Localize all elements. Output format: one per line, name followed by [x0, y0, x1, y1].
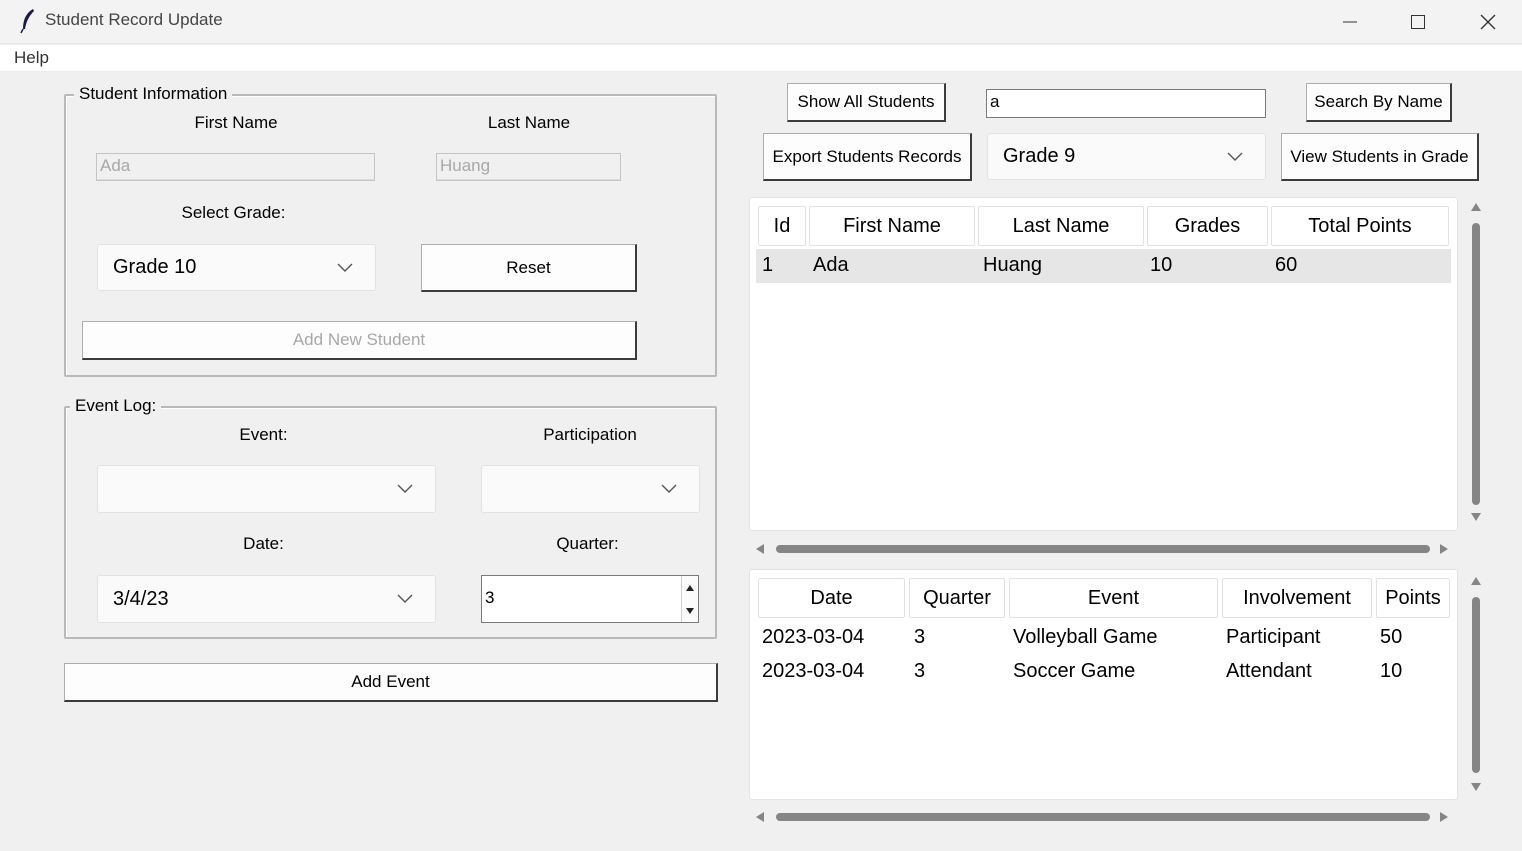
quarter-spinbox-value: 3	[485, 588, 495, 607]
search-by-name-button[interactable]: Search By Name	[1306, 83, 1452, 122]
event-log-title: Event Log:	[70, 396, 162, 416]
spin-up-button[interactable]	[682, 576, 698, 599]
scroll-down-arrow-icon[interactable]	[1471, 783, 1481, 791]
close-icon	[1480, 14, 1496, 30]
events-horizontal-scrollbar[interactable]	[750, 809, 1456, 825]
last-name-field[interactable]: Huang	[436, 153, 621, 181]
scrollbar-thumb[interactable]	[1472, 223, 1480, 505]
event-label: Event:	[239, 425, 288, 444]
chevron-down-icon	[397, 484, 413, 493]
window-title: Student Record Update	[45, 10, 223, 29]
column-header-total-points[interactable]: Total Points	[1271, 206, 1449, 246]
student-information-title: Student Information	[74, 84, 233, 104]
participation-select[interactable]	[481, 465, 700, 513]
participation-label: Participation	[543, 425, 637, 444]
cell-event: Soccer Game	[1013, 660, 1136, 682]
first-name-label: First Name	[194, 113, 278, 132]
students-horizontal-scrollbar[interactable]	[750, 541, 1456, 557]
column-header-grades[interactable]: Grades	[1147, 206, 1268, 246]
grade-filter-select[interactable]: Grade 9	[987, 133, 1266, 180]
triangle-up-icon	[686, 584, 694, 591]
cell-grades: 10	[1150, 254, 1173, 276]
scroll-right-arrow-icon[interactable]	[1440, 812, 1448, 822]
table-row[interactable]: 1 Ada Huang 10 60	[756, 249, 1451, 283]
menu-bar: Help	[0, 45, 1522, 72]
column-header-quarter[interactable]: Quarter	[909, 578, 1005, 618]
scrollbar-thumb[interactable]	[776, 545, 1430, 553]
scroll-left-arrow-icon[interactable]	[756, 544, 764, 554]
chevron-down-icon	[397, 594, 413, 603]
column-header-id[interactable]: Id	[758, 206, 806, 246]
cell-quarter: 3	[914, 626, 926, 648]
cell-involvement: Attendant	[1226, 660, 1312, 682]
date-select[interactable]: 3/4/23	[97, 575, 436, 623]
quarter-label: Quarter:	[556, 534, 619, 553]
show-all-students-button[interactable]: Show All Students	[787, 83, 946, 122]
add-new-student-button[interactable]: Add New Student	[82, 321, 637, 360]
table-row[interactable]: 2023-03-04 3 Volleyball Game Participant…	[756, 621, 1451, 655]
column-header-last-name[interactable]: Last Name	[978, 206, 1144, 246]
cell-date: 2023-03-04	[762, 660, 865, 682]
scrollbar-thumb[interactable]	[1472, 597, 1480, 773]
quarter-spinbox[interactable]: 3	[481, 575, 699, 623]
menu-help[interactable]: Help	[14, 48, 49, 68]
cell-date: 2023-03-04	[762, 626, 865, 648]
cell-last-name: Huang	[983, 254, 1042, 276]
scroll-right-arrow-icon[interactable]	[1440, 544, 1448, 554]
reset-button[interactable]: Reset	[421, 244, 637, 292]
chevron-down-icon	[337, 263, 353, 272]
last-name-label: Last Name	[487, 113, 571, 132]
close-button[interactable]	[1454, 0, 1522, 44]
grade-select-value: Grade 10	[113, 256, 197, 278]
table-row[interactable]: 2023-03-04 3 Soccer Game Attendant 10	[756, 655, 1451, 689]
cell-total-points: 60	[1275, 254, 1298, 276]
cell-quarter: 3	[914, 660, 926, 682]
date-label: Date:	[243, 534, 284, 553]
cell-points: 50	[1380, 626, 1403, 648]
events-vertical-scrollbar[interactable]	[1468, 571, 1484, 798]
quarter-spinbox-arrows	[681, 576, 698, 622]
chevron-down-icon	[661, 484, 677, 493]
column-header-first-name[interactable]: First Name	[809, 206, 975, 246]
title-bar: Student Record Update	[0, 0, 1522, 44]
column-header-involvement[interactable]: Involvement	[1222, 578, 1372, 618]
scroll-up-arrow-icon[interactable]	[1471, 577, 1481, 585]
minimize-icon	[1343, 21, 1357, 23]
cell-first-name: Ada	[813, 254, 849, 276]
students-table[interactable]: Id First Name Last Name Grades Total Poi…	[749, 197, 1458, 531]
column-header-event[interactable]: Event	[1009, 578, 1218, 618]
feather-icon	[20, 9, 34, 34]
scroll-down-arrow-icon[interactable]	[1471, 513, 1481, 521]
column-header-points[interactable]: Points	[1376, 578, 1450, 618]
scroll-left-arrow-icon[interactable]	[756, 812, 764, 822]
cell-involvement: Participant	[1226, 626, 1321, 648]
grade-select[interactable]: Grade 10	[97, 244, 376, 291]
export-students-records-button[interactable]: Export Students Records	[763, 133, 972, 181]
view-students-in-grade-button[interactable]: View Students in Grade	[1281, 133, 1479, 181]
first-name-field[interactable]: Ada	[96, 153, 375, 181]
maximize-button[interactable]	[1384, 0, 1452, 44]
event-select[interactable]	[97, 465, 436, 513]
grade-filter-value: Grade 9	[1003, 145, 1076, 167]
column-header-date[interactable]: Date	[758, 578, 905, 618]
events-table[interactable]: Date Quarter Event Involvement Points 20…	[749, 569, 1458, 800]
cell-points: 10	[1380, 660, 1403, 682]
search-name-input[interactable]: a	[986, 89, 1266, 118]
triangle-down-icon	[686, 607, 694, 614]
spin-down-button[interactable]	[682, 599, 698, 622]
cell-id: 1	[762, 254, 774, 276]
students-vertical-scrollbar[interactable]	[1468, 199, 1484, 529]
add-event-button[interactable]: Add Event	[64, 663, 718, 702]
select-grade-label: Select Grade:	[181, 203, 286, 222]
scroll-up-arrow-icon[interactable]	[1471, 203, 1481, 211]
maximize-icon	[1411, 15, 1425, 29]
date-select-value: 3/4/23	[113, 587, 169, 610]
chevron-down-icon	[1227, 152, 1243, 161]
scrollbar-thumb[interactable]	[776, 813, 1430, 821]
minimize-button[interactable]	[1316, 0, 1384, 44]
cell-event: Volleyball Game	[1013, 626, 1158, 648]
